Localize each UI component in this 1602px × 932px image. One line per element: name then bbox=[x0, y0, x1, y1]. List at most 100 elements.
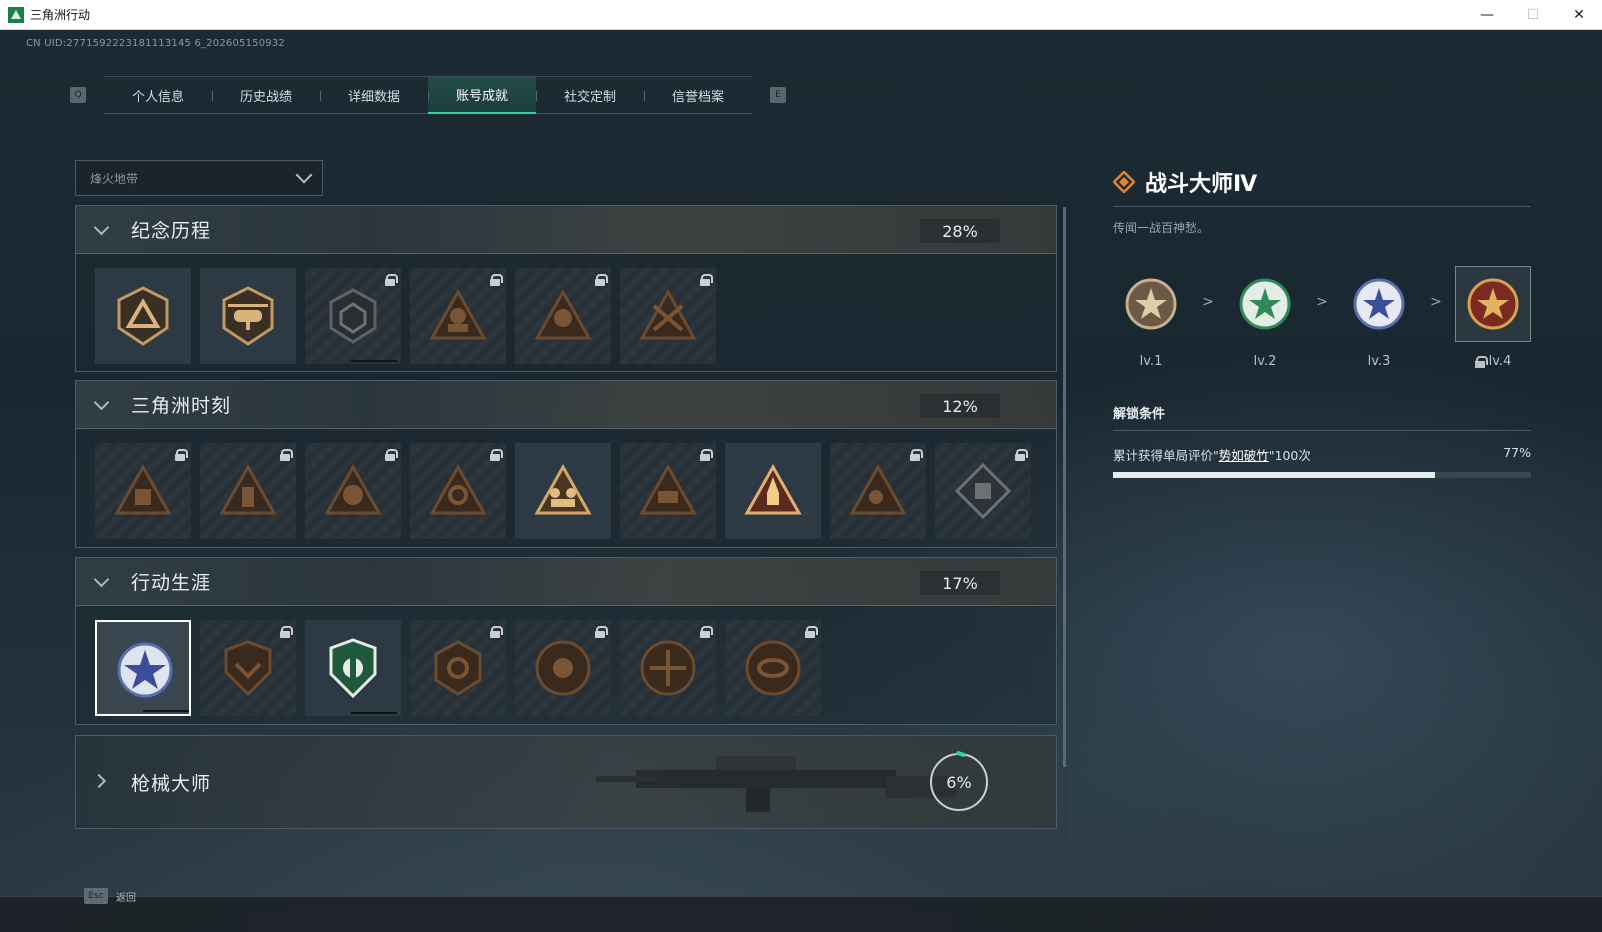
category-panel-operation-career: 行动生涯 17% bbox=[75, 557, 1057, 725]
badge-tile[interactable] bbox=[515, 443, 611, 539]
level-label: lv.2 bbox=[1253, 354, 1277, 369]
category-header[interactable]: 枪械大师 6% bbox=[76, 736, 1056, 828]
arrow-icon: > bbox=[1316, 294, 1328, 310]
tab-personal-info[interactable]: 个人信息 bbox=[104, 77, 212, 114]
category-header[interactable]: 三角洲时刻 12% bbox=[76, 381, 1056, 429]
triangle-badge-icon bbox=[429, 463, 487, 515]
lock-icon bbox=[595, 626, 608, 638]
level-4[interactable]: lv.4 bbox=[1455, 266, 1531, 369]
badge-tile-selected[interactable] bbox=[95, 620, 191, 716]
level-3[interactable]: lv.3 bbox=[1341, 266, 1417, 369]
helicopter-badge-icon bbox=[222, 286, 274, 346]
badge-tile[interactable] bbox=[725, 443, 821, 539]
unlock-heading: 解锁条件 bbox=[1113, 407, 1166, 422]
collapse-chevron-icon[interactable] bbox=[93, 394, 110, 411]
condition-progress-text: 77% bbox=[1503, 445, 1531, 460]
tab-bar: Q 个人信息 历史战绩 详细数据 账号成就 社交定制 信誉档案 E bbox=[70, 76, 786, 114]
category-title: 纪念历程 bbox=[131, 220, 212, 242]
badge-tile[interactable] bbox=[305, 620, 401, 716]
eye-badge-icon bbox=[745, 640, 801, 696]
triangle-shield-badge-icon bbox=[117, 286, 169, 346]
level-progression: lv.1 > lv.2 > lv.3 > lv.4 bbox=[1113, 266, 1531, 369]
medal-lv1 bbox=[1113, 266, 1189, 342]
red-star-medal-icon bbox=[1467, 278, 1519, 330]
triangle-badge-icon bbox=[639, 463, 697, 515]
badge-tile[interactable] bbox=[410, 443, 506, 539]
badge-tile[interactable] bbox=[200, 620, 296, 716]
lock-icon bbox=[1474, 355, 1488, 368]
back-hint[interactable]: Esc 返回 bbox=[84, 888, 136, 904]
round-badge-icon bbox=[535, 640, 591, 696]
lock-icon bbox=[490, 449, 503, 461]
bottom-bar bbox=[0, 896, 1602, 932]
detail-header: 战斗大师Ⅳ bbox=[1113, 166, 1531, 198]
lock-icon bbox=[1015, 449, 1028, 461]
badge-tile[interactable] bbox=[620, 268, 716, 364]
level-label: lv.3 bbox=[1367, 354, 1391, 369]
category-header[interactable]: 纪念历程 28% bbox=[76, 206, 1056, 254]
window-title: 三角洲行动 bbox=[30, 8, 91, 22]
next-tab-key[interactable]: E bbox=[770, 87, 786, 103]
achievement-title: 战斗大师Ⅳ bbox=[1145, 172, 1258, 197]
star-medal-badge-icon bbox=[117, 642, 173, 698]
category-header[interactable]: 行动生涯 17% bbox=[76, 558, 1056, 606]
badge-tile[interactable] bbox=[200, 268, 296, 364]
badge-tile[interactable] bbox=[410, 620, 506, 716]
tab-achievements[interactable]: 账号成就 bbox=[428, 77, 536, 114]
window-controls: — ☐ ✕ bbox=[1464, 0, 1602, 30]
tab-social[interactable]: 社交定制 bbox=[536, 77, 644, 114]
condition-suffix: "100次 bbox=[1268, 448, 1311, 463]
collapse-chevron-icon[interactable] bbox=[93, 571, 110, 588]
badge-tile[interactable] bbox=[95, 443, 191, 539]
close-button[interactable]: ✕ bbox=[1556, 0, 1602, 30]
maximize-button[interactable]: ☐ bbox=[1510, 0, 1556, 30]
badge-tile[interactable] bbox=[620, 443, 716, 539]
condition-prefix: 累计获得单局评价" bbox=[1113, 448, 1219, 463]
badge-tile[interactable] bbox=[95, 268, 191, 364]
badge-tile[interactable] bbox=[200, 443, 296, 539]
back-label: 返回 bbox=[116, 892, 136, 904]
collapse-chevron-icon[interactable] bbox=[93, 219, 110, 236]
expand-chevron-icon[interactable] bbox=[91, 773, 107, 789]
category-percent: 17% bbox=[920, 571, 1000, 595]
green-shield-badge-icon bbox=[329, 638, 377, 699]
arrow-icon: > bbox=[1430, 294, 1442, 310]
badge-tile[interactable] bbox=[410, 268, 506, 364]
scrollbar-thumb[interactable] bbox=[1063, 207, 1066, 767]
category-panel-weapon-master: 枪械大师 6% bbox=[75, 735, 1057, 829]
badge-tile[interactable] bbox=[620, 620, 716, 716]
triangle-badge-icon bbox=[324, 463, 382, 515]
category-title: 三角洲时刻 bbox=[131, 395, 232, 417]
badge-tile[interactable] bbox=[515, 268, 611, 364]
lock-icon bbox=[490, 274, 503, 286]
tab-reputation[interactable]: 信誉档案 bbox=[644, 77, 752, 114]
badge-tile[interactable] bbox=[515, 620, 611, 716]
medal-lv2 bbox=[1227, 266, 1303, 342]
diamond-badge-icon bbox=[954, 462, 1012, 520]
esc-key[interactable]: Esc bbox=[84, 888, 108, 904]
lock-icon bbox=[490, 626, 503, 638]
badge-tile[interactable] bbox=[305, 268, 401, 364]
lock-icon bbox=[700, 274, 713, 286]
badge-tile[interactable] bbox=[305, 443, 401, 539]
soldier-triangle-badge-icon bbox=[429, 288, 487, 340]
badge-tile[interactable] bbox=[935, 443, 1031, 539]
level-2[interactable]: lv.2 bbox=[1227, 266, 1303, 369]
level-1[interactable]: lv.1 bbox=[1113, 266, 1189, 369]
lock-icon bbox=[595, 274, 608, 286]
prev-tab-key[interactable]: Q bbox=[70, 87, 86, 103]
badge-tile[interactable] bbox=[830, 443, 926, 539]
mode-dropdown[interactable]: 烽火地带 bbox=[75, 160, 323, 196]
tab-detailed-data[interactable]: 详细数据 bbox=[320, 77, 428, 114]
badge-progress-line bbox=[143, 710, 189, 712]
badge-tile[interactable] bbox=[725, 620, 821, 716]
condition-progress-bar bbox=[1113, 472, 1531, 478]
condition-text: 累计获得单局评价"势如破竹"100次 bbox=[1113, 445, 1311, 464]
achievement-diamond-icon bbox=[1113, 171, 1135, 193]
minimize-button[interactable]: — bbox=[1464, 0, 1510, 30]
lock-icon bbox=[910, 449, 923, 461]
divider bbox=[1113, 430, 1531, 431]
achievement-detail: 战斗大师Ⅳ 传闻一战百神愁。 lv.1 > lv.2 > lv.3 > lv.4… bbox=[1113, 166, 1531, 478]
hex-badge-icon bbox=[434, 640, 482, 696]
tab-history[interactable]: 历史战绩 bbox=[212, 77, 320, 114]
